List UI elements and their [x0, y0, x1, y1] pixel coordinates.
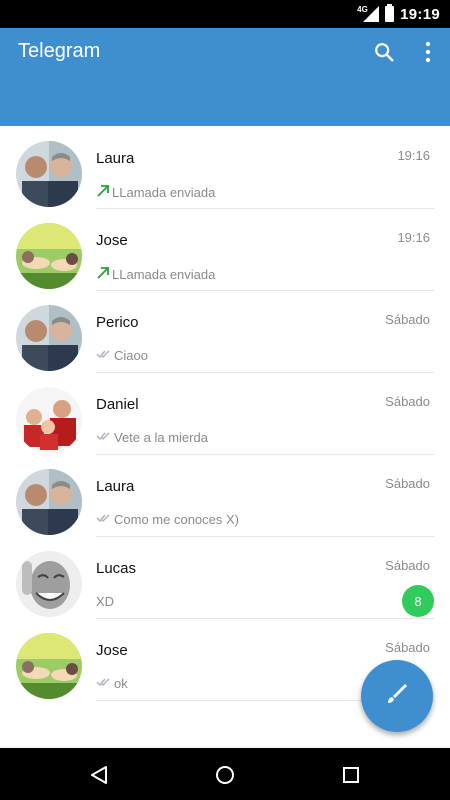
chat-name: Daniel [96, 396, 139, 413]
chat-row[interactable]: Perico Sábado Ciaoo [0, 290, 450, 373]
outgoing-call-icon [96, 184, 110, 201]
unread-badge: 8 [402, 585, 434, 617]
avatar [16, 551, 82, 617]
signal-icon: 4G [357, 5, 380, 22]
chat-preview-text: XD [96, 594, 115, 609]
avatar [16, 223, 82, 289]
chat-preview: Ciaoo [96, 348, 148, 363]
chat-name: Laura [96, 478, 135, 495]
chat-preview: ok [96, 676, 128, 691]
status-bar: 4G 19:19 [0, 0, 450, 28]
chat-time: Sábado [385, 476, 430, 491]
back-icon[interactable] [86, 762, 112, 788]
chat-name: Perico [96, 314, 139, 331]
chat-name: Laura [96, 150, 135, 167]
double-check-icon [96, 512, 112, 527]
pencil-icon [383, 680, 411, 713]
double-check-icon [96, 676, 112, 691]
chat-preview: XD [96, 594, 114, 609]
chat-name: Jose [96, 642, 128, 659]
chat-preview-text: LLamada enviada [112, 185, 216, 200]
chat-preview-text: ok [114, 676, 128, 691]
chat-preview-text: Vete a la mierda [114, 430, 208, 445]
avatar [16, 305, 82, 371]
chat-row[interactable]: Lucas Sábado XD 8 [0, 536, 450, 619]
double-check-icon [96, 348, 112, 363]
search-icon[interactable] [368, 36, 400, 68]
chat-preview: Vete a la mierda [96, 430, 208, 445]
avatar [16, 469, 82, 535]
chat-name: Lucas [96, 560, 137, 577]
chat-row[interactable]: Jose 19:16 LLamada enviada [0, 208, 450, 291]
chat-row[interactable]: Daniel Sábado Vete a la mierda [0, 372, 450, 455]
chat-preview-text: Ciaoo [114, 348, 148, 363]
chat-time: 19:16 [397, 148, 430, 163]
chat-preview-text: Como me conoces X) [114, 512, 239, 527]
outgoing-call-icon [96, 266, 110, 283]
recents-icon[interactable] [338, 762, 364, 788]
chat-time: Sábado [385, 312, 430, 327]
navigation-bar [0, 748, 450, 800]
avatar [16, 141, 82, 207]
chat-preview: LLamada enviada [96, 266, 215, 283]
chat-preview: Como me conoces X) [96, 512, 239, 527]
chat-time: Sábado [385, 394, 430, 409]
chat-row[interactable]: Laura Sábado Como me conoces X) [0, 454, 450, 537]
more-vert-icon[interactable] [412, 36, 444, 68]
chat-preview: LLamada enviada [96, 184, 215, 201]
app-bar: Telegram [0, 28, 450, 126]
new-message-button[interactable] [361, 660, 433, 732]
status-time: 19:19 [400, 5, 440, 23]
chat-row[interactable]: Laura 19:16 LLamada enviada [0, 126, 450, 209]
double-check-icon [96, 430, 112, 445]
battery-icon [385, 4, 395, 22]
chat-preview-text: LLamada enviada [112, 267, 216, 282]
avatar [16, 387, 82, 453]
chat-time: Sábado [385, 558, 430, 573]
chat-list: Laura 19:16 LLamada enviada Jose 19:16 L… [0, 126, 450, 746]
avatar [16, 633, 82, 699]
chat-time: Sábado [385, 640, 430, 655]
app-title: Telegram [18, 40, 101, 62]
chat-name: Jose [96, 232, 128, 249]
home-icon[interactable] [212, 762, 238, 788]
chat-time: 19:16 [397, 230, 430, 245]
